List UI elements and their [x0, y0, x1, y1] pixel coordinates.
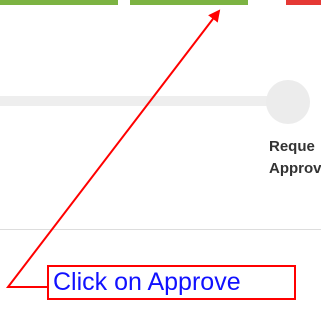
annotation-text: Click on Approve	[53, 268, 241, 296]
annotation-callout: Click on Approve	[47, 265, 296, 300]
